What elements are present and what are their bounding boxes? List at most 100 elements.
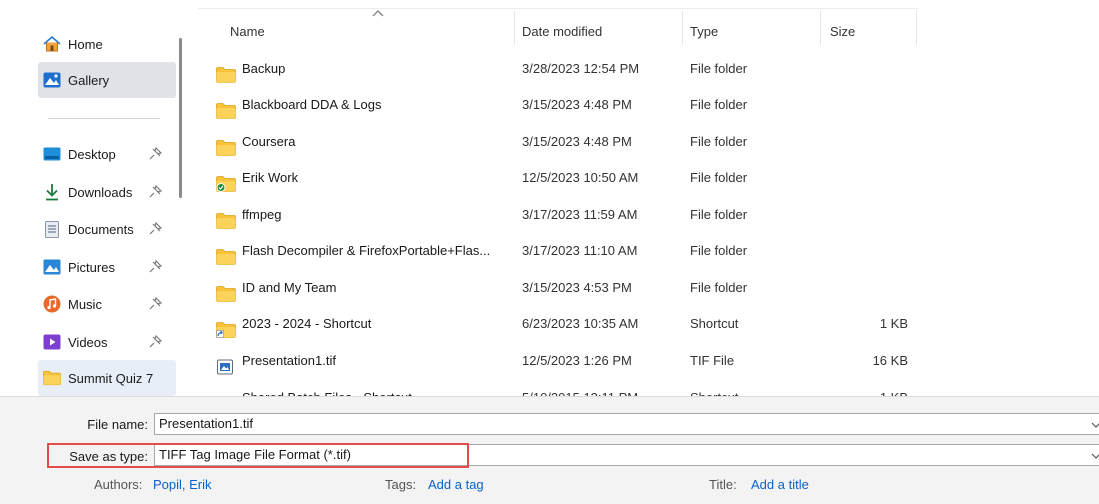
sidebar-item-desktop[interactable]: Desktop (38, 136, 176, 172)
file-size: 1 KB (822, 380, 908, 396)
music-icon (43, 295, 61, 313)
sidebar-item-label: Documents (68, 221, 134, 237)
tags-value[interactable]: Add a tag (428, 477, 484, 492)
sidebar-item-downloads[interactable]: Downloads (38, 174, 176, 210)
save-as-dialog: Home Gallery Desktop Downloads Documents… (0, 0, 1099, 504)
sidebar-item-videos[interactable]: Videos (38, 324, 176, 360)
file-size: 1 KB (879, 316, 908, 331)
file-name: Erik Work (242, 170, 299, 185)
title-value[interactable]: Add a title (751, 477, 809, 492)
column-separator[interactable] (820, 11, 821, 45)
gallery-icon (43, 71, 61, 89)
column-header-name[interactable]: Name (230, 9, 510, 47)
file-type: File folder (690, 243, 748, 258)
file-date: 6/23/2023 10:35 AM (522, 316, 639, 331)
file-row[interactable]: Backup 3/28/2023 12:54 PM File folder (198, 51, 918, 87)
file-row[interactable]: Flash Decompiler & FirefoxPortable+Flas.… (198, 233, 918, 269)
file-size (822, 160, 908, 196)
sidebar-item-pictures[interactable]: Pictures (38, 249, 176, 285)
file-row[interactable]: Coursera 3/15/2023 4:48 PM File folder (198, 124, 918, 160)
sidebar-divider (48, 118, 160, 119)
file-row[interactable]: Shared Batch Files - Shortcut 5/10/2015 … (198, 380, 918, 396)
annotation-highlight-box (47, 443, 469, 468)
shortcut-folder-icon (216, 316, 236, 338)
sidebar-item-label: Pictures (68, 259, 115, 275)
tags-label: Tags: (385, 477, 417, 492)
authors-value[interactable]: Popil, Erik (153, 477, 212, 492)
pin-icon[interactable] (148, 185, 162, 199)
file-list: Name Date modified Type Size Backup 3/28… (198, 0, 1099, 396)
sidebar-scrollbar[interactable] (179, 38, 182, 198)
navigation-pane: Home Gallery Desktop Downloads Documents… (0, 0, 190, 396)
file-name-input[interactable]: Presentation1.tif (154, 413, 1099, 435)
sidebar-item-gallery[interactable]: Gallery (38, 62, 176, 98)
sidebar-item-label: Home (68, 36, 103, 52)
file-size: 16 KB (872, 353, 908, 368)
sidebar-item-documents[interactable]: Documents (38, 211, 176, 247)
file-size (822, 87, 908, 123)
documents-icon (43, 220, 61, 238)
desktop-icon (43, 145, 61, 163)
sidebar-item-music[interactable]: Music (38, 286, 176, 322)
file-type: TIF File (690, 353, 735, 368)
column-separator[interactable] (682, 11, 683, 45)
file-name-cell: Flash Decompiler & FirefoxPortable+Flas.… (216, 233, 516, 269)
pin-icon[interactable] (148, 147, 162, 161)
file-name-cell: Erik Work (216, 160, 516, 196)
file-size (822, 51, 908, 87)
chevron-down-icon[interactable] (1091, 453, 1099, 459)
file-row[interactable]: Blackboard DDA & Logs 3/15/2023 4:48 PM … (198, 87, 918, 123)
column-separator[interactable] (514, 11, 515, 45)
file-date: 3/17/2023 11:10 AM (522, 243, 638, 258)
pin-icon[interactable] (148, 222, 162, 236)
chevron-down-icon[interactable] (1091, 422, 1099, 428)
file-name: 2023 - 2024 - Shortcut (242, 316, 372, 331)
file-type: File folder (690, 207, 748, 222)
title-label: Title: (709, 477, 737, 492)
file-name-cell: ID and My Team (216, 270, 516, 306)
pin-icon[interactable] (148, 335, 162, 349)
file-name-cell: Coursera (216, 124, 516, 160)
file-date: 3/15/2023 4:53 PM (522, 280, 632, 295)
file-type: Shortcut (690, 316, 739, 331)
file-date: 12/5/2023 10:50 AM (522, 170, 639, 185)
file-date: 5/10/2015 12:11 PM (522, 380, 690, 396)
file-name-cell: Shared Batch Files - Shortcut (216, 380, 516, 396)
file-type: File folder (690, 97, 748, 112)
sidebar-item-home[interactable]: Home (38, 26, 176, 62)
download-icon (43, 183, 61, 201)
file-row[interactable]: 2023 - 2024 - Shortcut 6/23/2023 10:35 A… (198, 306, 918, 342)
file-name-cell: Presentation1.tif (216, 343, 516, 379)
folder-icon (216, 97, 236, 119)
folder-icon (216, 61, 236, 83)
file-row[interactable]: ID and My Team 3/15/2023 4:53 PM File fo… (198, 270, 918, 306)
file-name-cell: Blackboard DDA & Logs (216, 87, 516, 123)
file-date: 3/28/2023 12:54 PM (522, 61, 640, 76)
sidebar-item-label: Videos (68, 334, 108, 350)
column-header-size[interactable]: Size (830, 9, 910, 47)
file-name: Shared Batch Files - Shortcut (242, 380, 412, 396)
file-date: 3/17/2023 11:59 AM (522, 207, 638, 222)
file-row[interactable]: Erik Work 12/5/2023 10:50 AM File folder (198, 160, 918, 196)
file-type: File folder (690, 170, 748, 185)
sidebar-item-label: Music (68, 296, 102, 312)
file-size (822, 270, 908, 306)
sidebar-item-label: Downloads (68, 184, 133, 200)
file-name: Coursera (242, 134, 296, 149)
column-header-date[interactable]: Date modified (522, 9, 682, 47)
pin-icon[interactable] (148, 260, 162, 274)
file-date: 3/15/2023 4:48 PM (522, 97, 632, 112)
column-header-type[interactable]: Type (690, 9, 810, 47)
pin-icon[interactable] (148, 297, 162, 311)
sidebar-item-summit-quiz-7[interactable]: Summit Quiz 7 (38, 360, 176, 396)
file-row[interactable]: ffmpeg 3/17/2023 11:59 AM File folder (198, 197, 918, 233)
sidebar-item-label: Desktop (68, 146, 116, 162)
file-row[interactable]: Presentation1.tif 12/5/2023 1:26 PM TIF … (198, 343, 918, 379)
file-name: ffmpeg (242, 207, 282, 222)
file-size (822, 233, 908, 269)
column-separator[interactable] (916, 11, 917, 45)
folder-icon (43, 369, 61, 387)
file-name-label: File name: (87, 417, 148, 432)
folder-icon (216, 134, 236, 156)
sidebar-item-label: Gallery (68, 72, 110, 88)
